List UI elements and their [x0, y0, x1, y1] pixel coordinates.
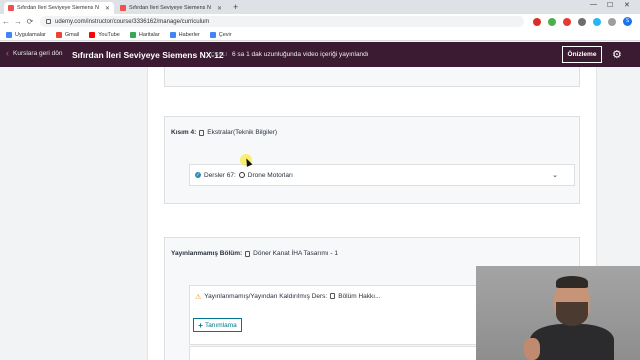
forward-arrow-icon[interactable]: →: [12, 17, 24, 26]
back-arrow-icon[interactable]: ←: [0, 17, 12, 26]
url-text: udemy.com/instructor/course/3336162/mana…: [55, 18, 210, 25]
minimize-icon[interactable]: —: [590, 1, 597, 8]
bookmark-label: Haberler: [178, 31, 200, 38]
section-header: Yayınlanmamış Bölüm: Döner Kanat İHA Tas…: [171, 250, 338, 257]
preview-button[interactable]: Önizleme: [562, 46, 602, 63]
maps-icon: [129, 31, 136, 38]
add-button-label: Tanımlama: [204, 321, 237, 329]
document-icon: [245, 250, 251, 257]
lesson-prefix: Dersler 67:: [204, 171, 236, 179]
browser-tab-2[interactable]: Sıfırdan İleri Seviyeye Siemens N ✕: [116, 2, 226, 14]
bookmarks-bar: Uygulamalar Gmail YouTube Haritalar Habe…: [0, 29, 640, 41]
bookmark-youtube[interactable]: YouTube: [89, 31, 120, 38]
presenter-shirt: [530, 324, 614, 360]
translate-icon: [209, 31, 216, 38]
gmail-icon: [55, 31, 62, 38]
lesson-title: Drone Motorları: [247, 171, 293, 179]
publish-message: 6 sa 1 dak uzunluğunda video içeriği yay…: [232, 51, 369, 58]
course-title: Sıfırdan İleri Seviyeye Siemens NX-12: [72, 50, 224, 60]
browser-tab-1[interactable]: Sıfırdan İleri Seviyeye Siemens N ✕: [4, 2, 114, 14]
bookmark-gmail[interactable]: Gmail: [55, 31, 80, 38]
back-to-courses-link[interactable]: ‹ Kurslara geri dön: [6, 48, 63, 58]
presenter-hair: [556, 276, 588, 288]
apps-grid-icon: [6, 31, 12, 38]
section-label: Kısım 4:: [171, 129, 197, 136]
reload-icon[interactable]: ⟳: [24, 17, 36, 26]
lesson-prefix: Yayınlanmamış/Yayından Kaldırılmış Ders:: [204, 293, 328, 300]
extension-icon[interactable]: [548, 17, 556, 26]
tab-title: Sıfırdan İleri Seviyeye Siemens N: [129, 5, 211, 11]
course-header: ‹ Kurslara geri dön Sıfırdan İleri Seviy…: [0, 42, 640, 67]
close-tab-icon[interactable]: ✕: [217, 5, 222, 12]
add-description-button[interactable]: + Tanımlama: [193, 318, 242, 332]
bookmark-label: Uygulamalar: [15, 31, 46, 38]
puzzle-icon[interactable]: [608, 17, 616, 26]
plus-icon: +: [198, 320, 203, 330]
section-4: Kısım 4: Ekstralar(Teknik Bilgiler) ✓ De…: [164, 116, 580, 204]
play-circle-icon: [238, 172, 245, 178]
udemy-favicon-icon: [120, 5, 126, 11]
tab-title: Sıfırdan İleri Seviyeye Siemens N: [17, 5, 99, 11]
bookmark-label: Gmail: [64, 31, 80, 38]
youtube-icon: [89, 31, 96, 38]
close-tab-icon[interactable]: ✕: [105, 5, 110, 12]
bookmark-translate[interactable]: Çevir: [209, 31, 232, 38]
section-title[interactable]: Ekstralar(Teknik Bilgiler): [207, 129, 277, 136]
extension-icon[interactable]: [593, 17, 601, 26]
warning-icon: ⚠: [195, 294, 202, 301]
lock-icon: [46, 19, 51, 24]
news-icon: [169, 31, 176, 38]
address-bar-row: ← → ⟳ udemy.com/instructor/course/333616…: [0, 14, 640, 29]
profile-avatar[interactable]: S: [623, 17, 632, 26]
bookmark-news[interactable]: Haberler: [169, 31, 200, 38]
bookmark-maps[interactable]: Haritalar: [129, 31, 160, 38]
section-label: Yayınlanmamış Bölüm:: [171, 250, 243, 257]
bookmark-apps[interactable]: Uygulamalar: [6, 31, 46, 38]
section-title[interactable]: Döner Kanat İHA Tasarımı - 1: [253, 250, 338, 257]
close-window-icon[interactable]: ✕: [624, 1, 630, 9]
back-label: Kurslara geri dön: [13, 49, 63, 57]
chevron-left-icon: ‹: [6, 48, 9, 58]
section-header: Kısım 4: Ekstralar(Teknik Bilgiler): [171, 129, 277, 136]
document-icon: [199, 129, 205, 136]
check-circle-icon: ✓: [195, 172, 201, 178]
gear-icon[interactable]: ⚙: [612, 48, 622, 61]
lesson-title: Bölüm Hakkı...: [338, 293, 381, 300]
document-icon: [330, 293, 336, 299]
lesson-item[interactable]: ✓ Dersler 67: Drone Motorları ⌄: [189, 164, 575, 186]
url-input[interactable]: udemy.com/instructor/course/3336162/mana…: [40, 16, 524, 27]
extension-icon[interactable]: [533, 17, 541, 26]
maximize-icon[interactable]: ☐: [607, 1, 613, 9]
presenter-hand: [524, 338, 540, 360]
presenter-beard: [556, 302, 588, 326]
bookmark-label: Çevir: [218, 31, 232, 38]
new-tab-button[interactable]: +: [233, 2, 238, 12]
status-badge: CANLI: [211, 52, 228, 58]
bookmark-label: Haritalar: [138, 31, 160, 38]
udemy-favicon-icon: [8, 5, 14, 11]
previous-section-end: [164, 67, 580, 87]
extension-icon[interactable]: [563, 17, 571, 26]
extension-icon[interactable]: [578, 17, 586, 26]
bookmark-label: YouTube: [98, 31, 120, 38]
extension-icons: S ⋮: [533, 17, 640, 26]
webcam-overlay: [476, 266, 640, 360]
browser-tab-bar: Sıfırdan İleri Seviyeye Siemens N ✕ Sıfı…: [0, 0, 640, 14]
chevron-down-icon[interactable]: ⌄: [552, 171, 558, 179]
